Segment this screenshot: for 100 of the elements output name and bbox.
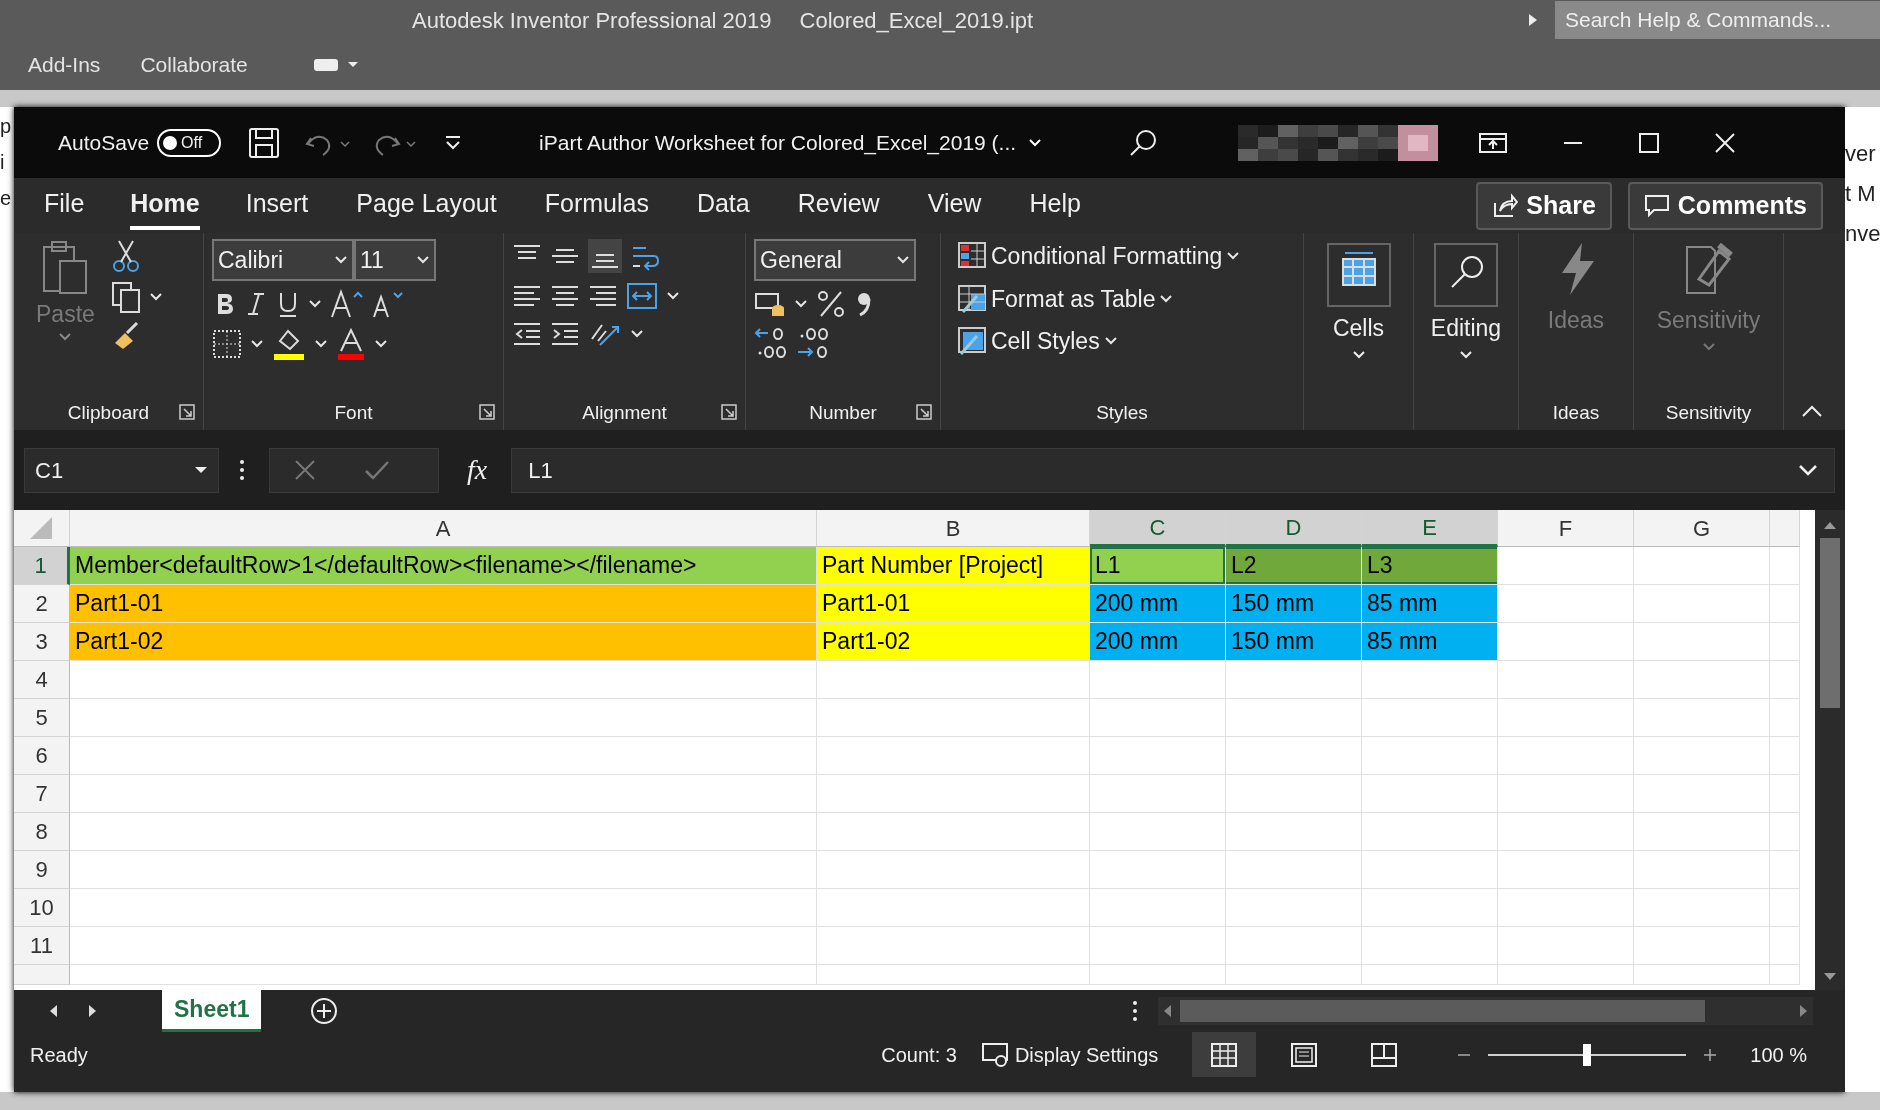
ribbon-tab[interactable]: Review — [797, 180, 880, 231]
search-field[interactable]: Search Help & Commands... — [1555, 1, 1880, 39]
ribbon-tab[interactable]: Help — [1029, 180, 1081, 231]
caret-icon[interactable] — [148, 292, 163, 302]
row-header[interactable]: 4 — [14, 661, 70, 699]
normal-view-button[interactable] — [1192, 1032, 1257, 1077]
ribbon-display-icon[interactable] — [1478, 131, 1509, 154]
zoom-level-text[interactable]: 100 % — [1750, 1039, 1807, 1070]
save-icon[interactable] — [247, 125, 282, 160]
name-box[interactable]: C1 — [24, 447, 219, 493]
add-sheet-icon[interactable] — [309, 996, 340, 1026]
decrease-font-icon[interactable] — [372, 289, 404, 319]
percent-icon[interactable] — [816, 289, 846, 319]
dialog-launcher-icon[interactable] — [479, 404, 495, 420]
ribbon-big-button[interactable]: Cells — [1312, 239, 1405, 396]
ribbon-tab[interactable]: File — [44, 180, 85, 231]
scrollbar-thumb[interactable] — [1180, 1000, 1705, 1022]
maximize-icon[interactable] — [1638, 131, 1661, 154]
column-header[interactable]: B — [817, 510, 1090, 547]
caret-icon[interactable] — [308, 299, 322, 309]
caret-icon[interactable] — [334, 255, 348, 265]
scissors-icon[interactable] — [110, 239, 141, 273]
ribbon-tab[interactable]: Data — [696, 180, 750, 231]
column-header[interactable]: G — [1634, 510, 1770, 547]
row-header[interactable]: 8 — [14, 813, 70, 851]
share-icon[interactable] — [1492, 192, 1519, 219]
scroll-down-icon[interactable] — [1823, 972, 1837, 982]
column-header[interactable]: F — [1498, 510, 1634, 547]
caret-icon[interactable] — [794, 299, 808, 309]
row-header[interactable]: 7 — [14, 775, 70, 813]
style-command[interactable]: Cell Styles — [957, 324, 1241, 359]
caret-icon[interactable] — [666, 291, 680, 301]
more-options-icon[interactable] — [239, 459, 245, 481]
ribbon-tab[interactable]: Formulas — [544, 180, 649, 231]
caret-icon[interactable] — [1103, 336, 1118, 347]
sheet-tab[interactable]: Sheet1 — [162, 990, 262, 1032]
scrollbar-thumb[interactable] — [1820, 538, 1840, 708]
caret-icon[interactable] — [630, 329, 644, 339]
scroll-up-icon[interactable] — [1823, 520, 1837, 530]
style-command[interactable]: Conditional Formatting — [957, 239, 1241, 274]
dialog-launcher-icon[interactable] — [916, 404, 932, 420]
caret-icon[interactable] — [194, 465, 208, 475]
caret-icon[interactable] — [896, 255, 910, 265]
column-header[interactable]: E — [1362, 510, 1498, 547]
font-size-dropdown[interactable]: 11 — [354, 239, 436, 281]
increase-font-icon[interactable] — [330, 289, 364, 319]
caret-icon[interactable] — [250, 339, 264, 349]
style-command[interactable]: Format as Table — [957, 281, 1241, 316]
merge-center-icon[interactable] — [626, 281, 658, 311]
row-header[interactable]: 11 — [14, 927, 70, 965]
caret-icon[interactable] — [374, 339, 388, 349]
scroll-right-icon[interactable] — [1799, 1004, 1809, 1018]
caret-icon[interactable] — [314, 339, 328, 349]
autosave-toggle[interactable]: Off — [157, 128, 222, 157]
share-button[interactable]: Share — [1476, 181, 1612, 230]
decrease-decimal-icon[interactable] — [796, 327, 830, 359]
caret-icon[interactable] — [1159, 293, 1174, 304]
check-icon[interactable] — [364, 459, 390, 481]
row-header[interactable]: 9 — [14, 851, 70, 889]
search-icon[interactable] — [1128, 127, 1159, 158]
borders-icon[interactable] — [212, 329, 242, 359]
number-format-dropdown[interactable]: General — [754, 239, 916, 281]
next-sheet-icon[interactable] — [88, 1004, 98, 1018]
comments-button[interactable]: Comments — [1627, 181, 1823, 230]
column-header[interactable]: A — [70, 510, 817, 547]
row-header[interactable]: 3 — [14, 623, 70, 661]
row-header[interactable]: 10 — [14, 889, 70, 927]
row-header[interactable]: 1 — [14, 547, 70, 585]
caret-icon[interactable] — [1028, 137, 1043, 148]
insert-function-button[interactable]: fx — [467, 449, 488, 491]
expand-icon[interactable] — [1798, 464, 1818, 476]
formula-input[interactable]: L1 — [511, 447, 1835, 493]
font-color-icon[interactable] — [336, 327, 366, 361]
caret-icon[interactable] — [1459, 349, 1473, 360]
caret-right-icon[interactable] — [1527, 12, 1539, 28]
dialog-launcher-icon[interactable] — [721, 404, 737, 420]
dialog-launcher-icon[interactable] — [179, 404, 195, 420]
increase-decimal-icon[interactable] — [754, 327, 788, 359]
font-name-dropdown[interactable]: Calibri — [212, 239, 354, 281]
cancel-icon[interactable] — [294, 459, 316, 481]
ribbon-big-button[interactable]: Editing — [1422, 239, 1510, 396]
caret-icon[interactable] — [1351, 349, 1366, 360]
accounting-format-icon[interactable] — [754, 290, 786, 318]
collapse-ribbon-icon[interactable] — [1801, 404, 1823, 418]
comment-icon[interactable] — [1643, 192, 1670, 219]
fill-color-icon[interactable] — [272, 327, 306, 361]
copy-icon[interactable] — [110, 281, 141, 313]
ribbon-tab[interactable]: Insert — [245, 180, 309, 231]
bottom-align-icon[interactable] — [588, 239, 622, 273]
previous-sheet-icon[interactable] — [48, 1004, 58, 1018]
zoom-slider-thumb[interactable] — [1583, 1043, 1592, 1066]
scroll-left-icon[interactable] — [1162, 1004, 1172, 1018]
more-options-icon[interactable] — [1132, 1000, 1138, 1022]
caret-icon[interactable] — [416, 255, 430, 265]
column-header[interactable]: C — [1090, 510, 1226, 547]
caret-icon[interactable] — [1226, 251, 1241, 262]
ribbon-tab[interactable]: Add-Ins — [28, 49, 101, 81]
zoom-in-icon[interactable] — [1702, 1046, 1719, 1063]
row-header[interactable]: 2 — [14, 585, 70, 623]
close-icon[interactable] — [1714, 131, 1737, 154]
